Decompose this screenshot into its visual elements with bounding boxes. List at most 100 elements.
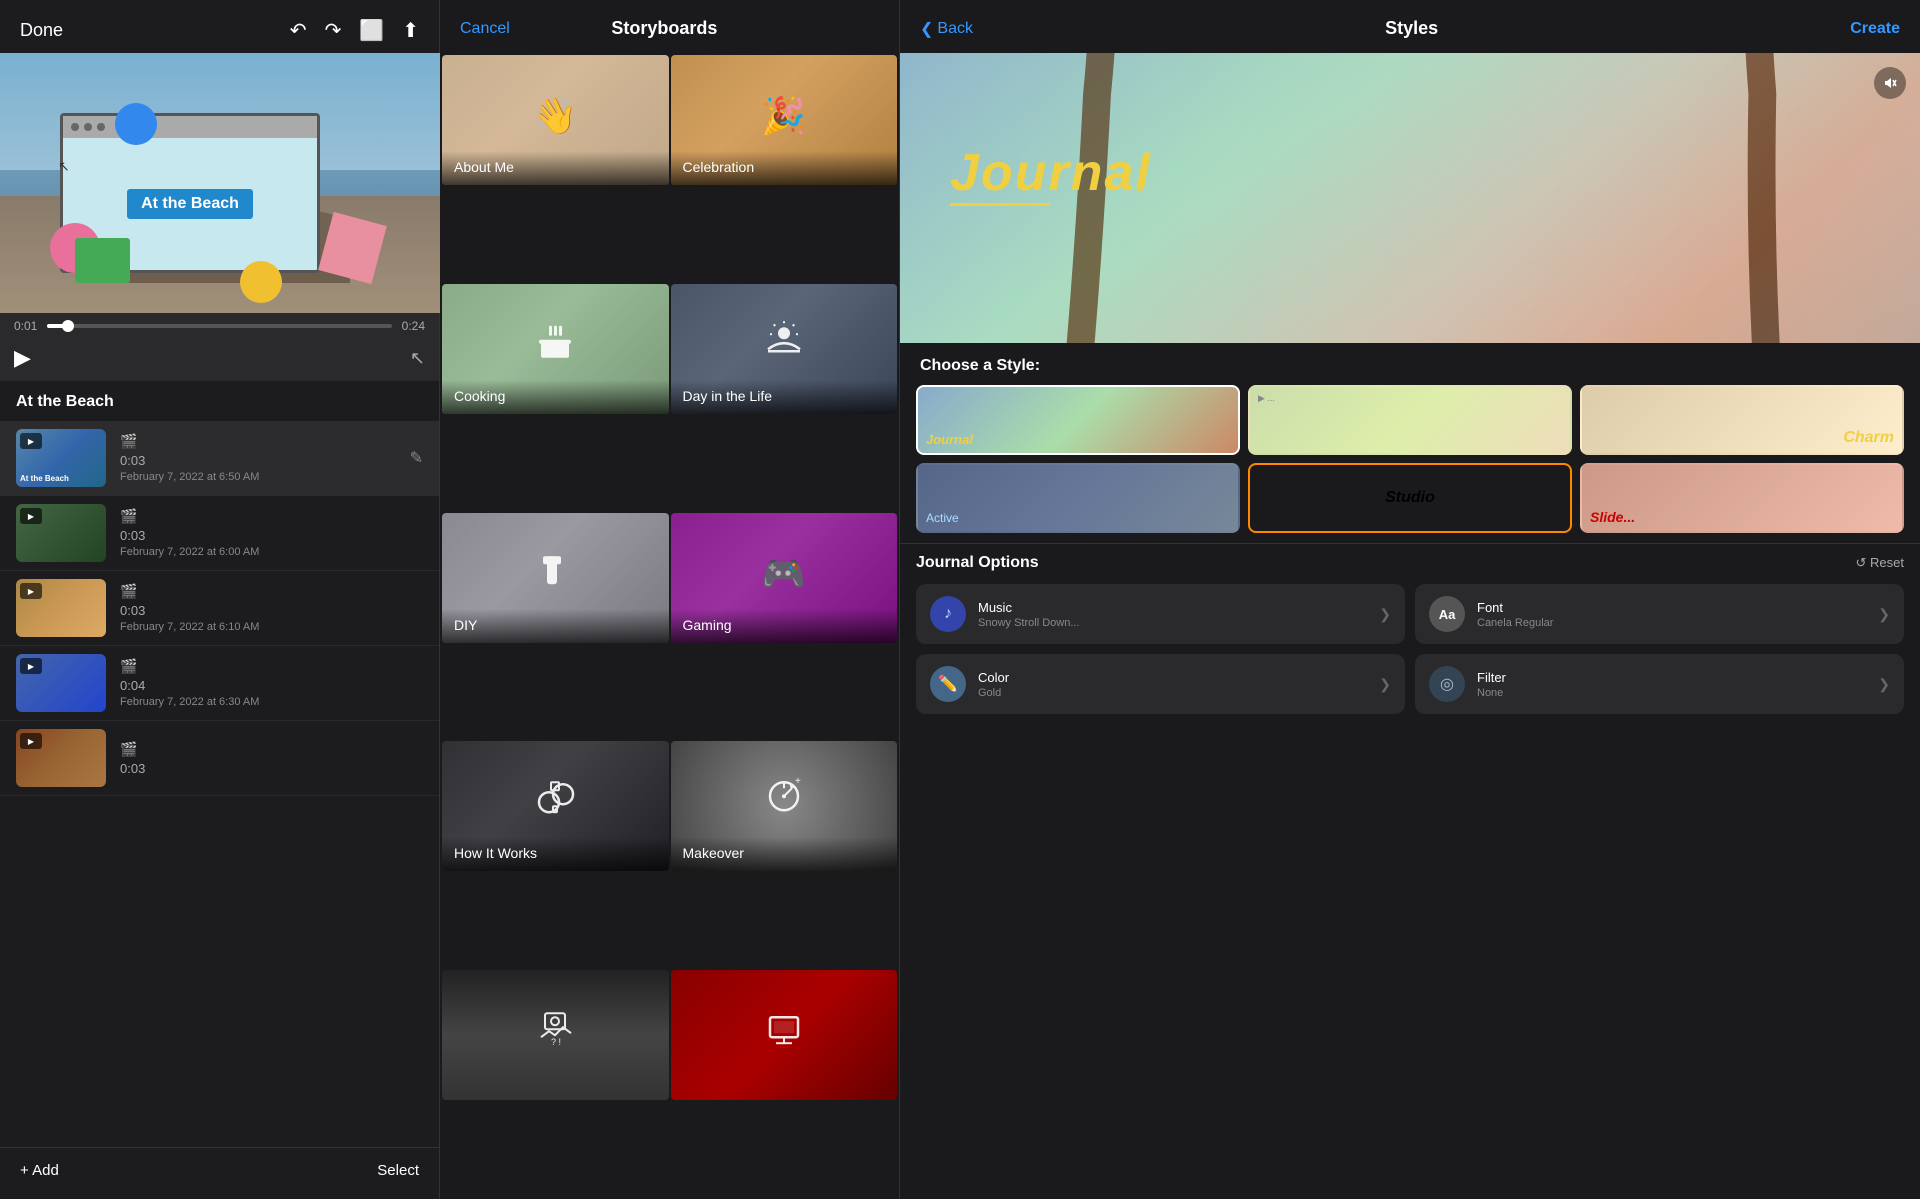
beach-text-sticker: At the Beach: [127, 189, 253, 219]
clip-thumbnail: ▶: [16, 729, 106, 787]
option-label-music: Music: [978, 600, 1367, 615]
storyboards-header: Cancel Storyboards: [440, 0, 899, 53]
story-card-bottom1[interactable]: ? !: [442, 970, 669, 1100]
clip-item[interactable]: ▶ 🎬 0:03 February 7, 2022 at 6:00 AM: [0, 496, 439, 571]
option-color[interactable]: ✏️ Color Gold ❯: [916, 654, 1405, 714]
style-label: ▶ ...: [1258, 393, 1275, 404]
journal-underline: [950, 203, 1050, 206]
story-card-how-it-works[interactable]: How It Works: [442, 741, 669, 871]
color-icon: ✏️: [930, 666, 966, 702]
diy-icon: [533, 546, 577, 599]
mute-icon[interactable]: [1874, 67, 1906, 99]
story-card-label: Gaming: [683, 617, 732, 633]
fullscreen-button[interactable]: ↖: [410, 348, 425, 369]
time-current: 0:01: [14, 319, 37, 333]
undo-icon[interactable]: ↶: [290, 18, 307, 43]
clip-item[interactable]: ▶ 🎬 0:03 February 7, 2022 at 6:10 AM: [0, 571, 439, 646]
option-value-music: Snowy Stroll Down...: [978, 617, 1367, 629]
add-button[interactable]: + Add: [20, 1162, 59, 1179]
blue-circle-sticker: [115, 103, 157, 145]
story-card-celebration[interactable]: 🎉 Celebration: [671, 55, 898, 185]
option-music[interactable]: ♪ Music Snowy Stroll Down... ❯: [916, 584, 1405, 644]
cursor-sticker: ↖: [58, 158, 70, 175]
story-card-label: Day in the Life: [683, 388, 773, 404]
style-thumb-studio[interactable]: Studio: [1248, 463, 1572, 533]
style-thumb-slide[interactable]: Slide...: [1580, 463, 1904, 533]
redo-icon[interactable]: ↷: [325, 18, 342, 43]
story-card-gaming[interactable]: 🎮 Gaming: [671, 513, 898, 643]
chevron-right-icon: ❯: [1878, 676, 1890, 693]
cancel-button[interactable]: Cancel: [460, 20, 510, 38]
storyboards-title: Storyboards: [611, 18, 717, 39]
clip-duration: 0:03: [120, 528, 423, 543]
back-button[interactable]: ❮ Back: [920, 19, 973, 39]
styles-panel: ❮ Back Styles Create: [900, 0, 1920, 1199]
clip-info: 🎬 0:03 February 7, 2022 at 6:00 AM: [120, 508, 423, 558]
font-icon: Aa: [1429, 596, 1465, 632]
story-card-cooking[interactable]: Cooking: [442, 284, 669, 414]
cooking-icon: [533, 318, 577, 370]
style-label: Charm: [1843, 429, 1894, 447]
story-card-bottom2[interactable]: [671, 970, 898, 1100]
chevron-left-icon: ❮: [920, 19, 933, 39]
story-card-makeover[interactable]: + Makeover: [671, 741, 898, 871]
clip-date: February 7, 2022 at 6:30 AM: [120, 696, 423, 708]
video-preview: At the Beach ↖: [0, 53, 440, 313]
choose-style-label: Choose a Style:: [900, 343, 1920, 385]
clip-thumbnail: ▶: [16, 579, 106, 637]
celebration-icon: 🎉: [761, 95, 806, 137]
select-button[interactable]: Select: [377, 1162, 419, 1179]
done-button[interactable]: Done: [20, 20, 63, 41]
editor-toolbar: ↶ ↷ ⬜ ⬆: [290, 18, 419, 43]
clip-info: 🎬 0:03: [120, 741, 423, 776]
option-value-filter: None: [1477, 687, 1866, 699]
editor-footer: + Add Select: [0, 1147, 439, 1199]
video-icon: 🎬: [120, 508, 137, 525]
journal-options-section: Journal Options ↺ Reset ♪ Music Snowy St…: [900, 543, 1920, 724]
video-controls: 0:01 0:24 ▶ ↖: [0, 313, 439, 381]
option-text-color: Color Gold: [978, 670, 1367, 699]
timeline-track[interactable]: [47, 324, 391, 328]
editor-header: Done ↶ ↷ ⬜ ⬆: [0, 0, 439, 53]
makeover-icon: +: [762, 775, 806, 828]
story-card-diy[interactable]: DIY: [442, 513, 669, 643]
clip-item[interactable]: ▶ 🎬 0:04 February 7, 2022 at 6:30 AM: [0, 646, 439, 721]
style-label: Slide...: [1590, 509, 1635, 525]
create-button[interactable]: Create: [1850, 20, 1900, 38]
svg-text:+: +: [795, 777, 801, 788]
chevron-right-icon: ❯: [1878, 606, 1890, 623]
styles-title: Styles: [1385, 18, 1438, 39]
filter-icon: ◎: [1429, 666, 1465, 702]
style-label: Active: [926, 511, 959, 525]
share-icon[interactable]: ⬆: [402, 18, 419, 43]
story-card-about-me[interactable]: 👋 About Me: [442, 55, 669, 185]
option-filter[interactable]: ◎ Filter None ❯: [1415, 654, 1904, 714]
editor-panel: Done ↶ ↷ ⬜ ⬆ At the Beach ↖: [0, 0, 440, 1199]
bottom1-icon: ? !: [533, 1003, 577, 1056]
option-font[interactable]: Aa Font Canela Regular ❯: [1415, 584, 1904, 644]
video-icon: 🎬: [120, 658, 137, 675]
option-text-filter: Filter None: [1477, 670, 1866, 699]
clip-edit-icon[interactable]: ✎: [410, 448, 423, 468]
play-button[interactable]: ▶: [14, 345, 31, 371]
style-thumb-charm[interactable]: Charm: [1580, 385, 1904, 455]
trim-icon[interactable]: ⬜: [359, 18, 384, 43]
playback-controls: ▶ ↖: [14, 341, 425, 375]
story-card-day-in-life[interactable]: Day in the Life: [671, 284, 898, 414]
svg-text:? !: ? !: [551, 1037, 561, 1047]
story-card-label: How It Works: [454, 845, 537, 861]
clip-item[interactable]: ▶ 🎬 0:03: [0, 721, 439, 796]
clip-date: February 7, 2022 at 6:00 AM: [120, 546, 423, 558]
music-icon: ♪: [930, 596, 966, 632]
option-value-font: Canela Regular: [1477, 617, 1866, 629]
clip-item[interactable]: ▶ At the Beach 🎬 0:03 February 7, 2022 a…: [0, 421, 439, 496]
yellow-circle-sticker: [240, 261, 282, 303]
style-label: Studio: [1385, 489, 1435, 507]
green-rect-sticker: [75, 238, 130, 283]
chevron-right-icon: ❯: [1379, 606, 1391, 623]
style-thumb-2[interactable]: ▶ ...: [1248, 385, 1572, 455]
about-me-icon: 👋: [533, 95, 578, 137]
style-thumb-active[interactable]: Active: [916, 463, 1240, 533]
reset-button[interactable]: ↺ Reset: [1856, 555, 1904, 571]
style-thumb-journal[interactable]: Journal: [916, 385, 1240, 455]
